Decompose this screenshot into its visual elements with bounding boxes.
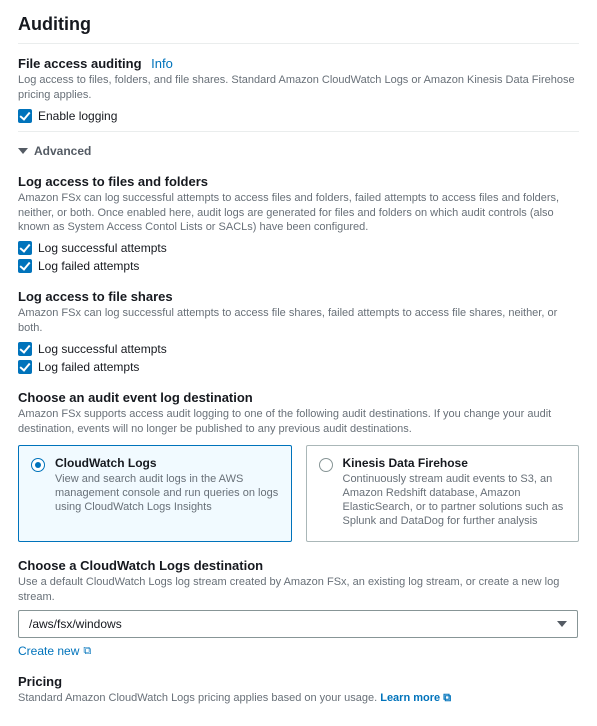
- files-success-checkbox[interactable]: [18, 241, 32, 255]
- firehose-radio[interactable]: [319, 458, 333, 472]
- files-folders-section: Log access to files and folders Amazon F…: [18, 174, 579, 274]
- learn-more-link[interactable]: Learn more ⧉: [380, 692, 451, 704]
- firehose-desc: Continuously stream audit events to S3, …: [343, 472, 567, 529]
- files-folders-desc: Amazon FSx can log successful attempts t…: [18, 191, 578, 236]
- firehose-option[interactable]: Kinesis Data Firehose Continuously strea…: [306, 445, 580, 542]
- external-link-icon: ⧉: [443, 692, 451, 704]
- pricing-section: Pricing Standard Amazon CloudWatch Logs …: [18, 674, 579, 706]
- cloudwatch-option[interactable]: CloudWatch Logs View and search audit lo…: [18, 445, 292, 542]
- divider: [18, 43, 579, 44]
- advanced-toggle[interactable]: Advanced: [18, 144, 579, 158]
- shares-title: Log access to file shares: [18, 289, 579, 304]
- destination-title: Choose an audit event log destination: [18, 390, 579, 405]
- advanced-label: Advanced: [34, 144, 91, 158]
- pricing-desc: Standard Amazon CloudWatch Logs pricing …: [18, 691, 578, 706]
- cw-dest-select[interactable]: /aws/fsx/windows: [18, 610, 578, 638]
- shares-desc: Amazon FSx can log successful attempts t…: [18, 306, 578, 336]
- cw-dest-section: Choose a CloudWatch Logs destination Use…: [18, 558, 579, 659]
- files-success-label: Log successful attempts: [38, 241, 167, 255]
- cloudwatch-title: CloudWatch Logs: [55, 456, 279, 470]
- pricing-title: Pricing: [18, 674, 579, 689]
- file-access-header: File access auditing: [18, 56, 142, 71]
- destination-section: Choose an audit event log destination Am…: [18, 390, 579, 542]
- destination-desc: Amazon FSx supports access audit logging…: [18, 407, 578, 437]
- cloudwatch-radio[interactable]: [31, 458, 45, 472]
- external-link-icon: ⧉: [83, 645, 91, 658]
- page-title: Auditing: [18, 14, 579, 35]
- chevron-down-icon: [18, 148, 28, 154]
- shares-success-checkbox[interactable]: [18, 342, 32, 356]
- firehose-title: Kinesis Data Firehose: [343, 456, 567, 470]
- chevron-down-icon: [557, 621, 567, 627]
- shares-section: Log access to file shares Amazon FSx can…: [18, 289, 579, 374]
- divider: [18, 131, 579, 132]
- cloudwatch-desc: View and search audit logs in the AWS ma…: [55, 472, 279, 515]
- files-folders-title: Log access to files and folders: [18, 174, 579, 189]
- file-access-section: File access auditing Info Log access to …: [18, 56, 579, 123]
- info-link[interactable]: Info: [151, 56, 173, 71]
- shares-failed-label: Log failed attempts: [38, 360, 139, 374]
- shares-failed-checkbox[interactable]: [18, 360, 32, 374]
- files-failed-checkbox[interactable]: [18, 259, 32, 273]
- enable-logging-checkbox[interactable]: [18, 109, 32, 123]
- file-access-desc: Log access to files, folders, and file s…: [18, 73, 578, 103]
- cw-dest-title: Choose a CloudWatch Logs destination: [18, 558, 579, 573]
- cw-dest-desc: Use a default CloudWatch Logs log stream…: [18, 575, 578, 605]
- files-failed-label: Log failed attempts: [38, 259, 139, 273]
- shares-success-label: Log successful attempts: [38, 342, 167, 356]
- cw-dest-value: /aws/fsx/windows: [29, 617, 122, 631]
- enable-logging-label: Enable logging: [38, 109, 117, 123]
- create-new-link[interactable]: Create new ⧉: [18, 644, 91, 658]
